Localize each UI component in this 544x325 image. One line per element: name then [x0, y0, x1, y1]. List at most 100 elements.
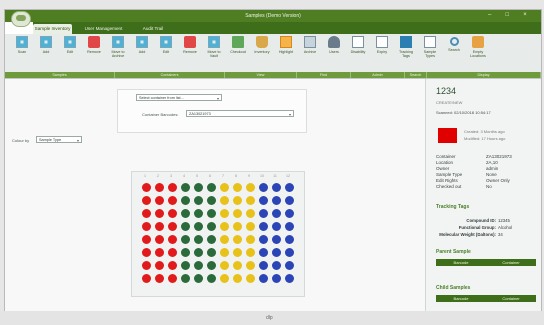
- tab-user-management[interactable]: User Management: [79, 24, 128, 34]
- plate-well[interactable]: [285, 209, 294, 218]
- plate-well[interactable]: [168, 261, 177, 270]
- plate-well[interactable]: [246, 261, 255, 270]
- plate-well[interactable]: [285, 248, 294, 257]
- plate-well[interactable]: [259, 248, 268, 257]
- ribbon-button[interactable]: Users: [325, 36, 343, 68]
- plate-well[interactable]: [168, 183, 177, 192]
- plate-well[interactable]: [168, 209, 177, 218]
- plate-well[interactable]: [194, 261, 203, 270]
- plate-well[interactable]: [233, 209, 242, 218]
- plate-well[interactable]: [207, 261, 216, 270]
- ribbon-button[interactable]: Search: [445, 36, 463, 68]
- minimize-icon[interactable]: –: [482, 10, 498, 21]
- ribbon-button[interactable]: Tracking Tags: [397, 36, 415, 68]
- container-barcode-select[interactable]: ZA13021973 ▾: [186, 110, 294, 117]
- plate-well[interactable]: [207, 274, 216, 283]
- ribbon-button[interactable]: Add: [133, 36, 151, 68]
- plate-well[interactable]: [194, 248, 203, 257]
- plate-well[interactable]: [155, 235, 164, 244]
- ribbon-button[interactable]: Sample Types: [421, 36, 439, 68]
- ribbon-button[interactable]: Edit: [61, 36, 79, 68]
- plate-well[interactable]: [233, 248, 242, 257]
- plate-well[interactable]: [220, 209, 229, 218]
- plate-well[interactable]: [246, 196, 255, 205]
- plate-well[interactable]: [272, 248, 281, 257]
- plate-well[interactable]: [272, 222, 281, 231]
- ribbon-button[interactable]: Move to Archive: [109, 36, 127, 68]
- parent-container-column[interactable]: Container: [486, 259, 536, 266]
- child-container-column[interactable]: Container: [486, 295, 536, 302]
- plate-well[interactable]: [246, 235, 255, 244]
- plate-well[interactable]: [285, 196, 294, 205]
- plate-well[interactable]: [181, 196, 190, 205]
- close-icon[interactable]: ×: [517, 10, 533, 21]
- plate-well[interactable]: [246, 222, 255, 231]
- plate-well[interactable]: [246, 183, 255, 192]
- plate-well[interactable]: [207, 209, 216, 218]
- plate-well[interactable]: [233, 261, 242, 270]
- plate-well[interactable]: [194, 183, 203, 192]
- plate-well[interactable]: [155, 222, 164, 231]
- plate-well[interactable]: [142, 261, 151, 270]
- ribbon-button[interactable]: Remove: [85, 36, 103, 68]
- plate-well[interactable]: [181, 209, 190, 218]
- plate-well[interactable]: [207, 183, 216, 192]
- plate-well[interactable]: [207, 222, 216, 231]
- plate-well[interactable]: [142, 196, 151, 205]
- plate-well[interactable]: [259, 261, 268, 270]
- plate-well[interactable]: [142, 183, 151, 192]
- plate-well[interactable]: [194, 209, 203, 218]
- plate-well[interactable]: [272, 261, 281, 270]
- plate-well[interactable]: [272, 183, 281, 192]
- plate-well[interactable]: [220, 222, 229, 231]
- plate-well[interactable]: [155, 261, 164, 270]
- plate-well[interactable]: [194, 235, 203, 244]
- plate-well[interactable]: [285, 222, 294, 231]
- ribbon-button[interactable]: Inventory: [253, 36, 271, 68]
- maximize-icon[interactable]: □: [499, 10, 515, 21]
- plate-well[interactable]: [220, 183, 229, 192]
- plate-well[interactable]: [155, 248, 164, 257]
- plate-well[interactable]: [168, 222, 177, 231]
- plate-well[interactable]: [259, 196, 268, 205]
- plate-well[interactable]: [220, 261, 229, 270]
- ribbon-button[interactable]: Move to Vault: [205, 36, 223, 68]
- ribbon-button[interactable]: Disability: [349, 36, 367, 68]
- tab-sample-inventory[interactable]: Sample Inventory: [33, 24, 72, 34]
- ribbon-button[interactable]: Edit: [157, 36, 175, 68]
- plate-well[interactable]: [155, 209, 164, 218]
- plate-well[interactable]: [233, 235, 242, 244]
- ribbon-button[interactable]: Add: [37, 36, 55, 68]
- plate-well[interactable]: [259, 209, 268, 218]
- ribbon-button[interactable]: Checkout: [229, 36, 247, 68]
- plate-well[interactable]: [194, 274, 203, 283]
- plate-well[interactable]: [233, 196, 242, 205]
- plate-well[interactable]: [272, 235, 281, 244]
- plate-well[interactable]: [233, 183, 242, 192]
- ribbon-button[interactable]: Archive: [301, 36, 319, 68]
- plate-well[interactable]: [142, 209, 151, 218]
- plate-well[interactable]: [155, 196, 164, 205]
- plate-well[interactable]: [246, 274, 255, 283]
- plate-well[interactable]: [272, 274, 281, 283]
- plate-well[interactable]: [142, 235, 151, 244]
- plate-well[interactable]: [259, 235, 268, 244]
- plate-well[interactable]: [272, 196, 281, 205]
- plate-well[interactable]: [233, 222, 242, 231]
- plate-well[interactable]: [181, 274, 190, 283]
- plate-well[interactable]: [142, 222, 151, 231]
- plate-well[interactable]: [285, 183, 294, 192]
- plate-well[interactable]: [207, 196, 216, 205]
- plate-well[interactable]: [181, 261, 190, 270]
- plate-well[interactable]: [142, 248, 151, 257]
- ribbon-button[interactable]: Empty Locations: [469, 36, 487, 68]
- child-barcode-column[interactable]: Barcode: [436, 295, 486, 302]
- app-orb-icon[interactable]: [11, 11, 31, 27]
- plate-well[interactable]: [207, 248, 216, 257]
- ribbon-button[interactable]: Expiry: [373, 36, 391, 68]
- plate-well[interactable]: [168, 274, 177, 283]
- plate-well[interactable]: [220, 248, 229, 257]
- plate-well[interactable]: [259, 183, 268, 192]
- plate-well[interactable]: [181, 248, 190, 257]
- plate-well[interactable]: [285, 261, 294, 270]
